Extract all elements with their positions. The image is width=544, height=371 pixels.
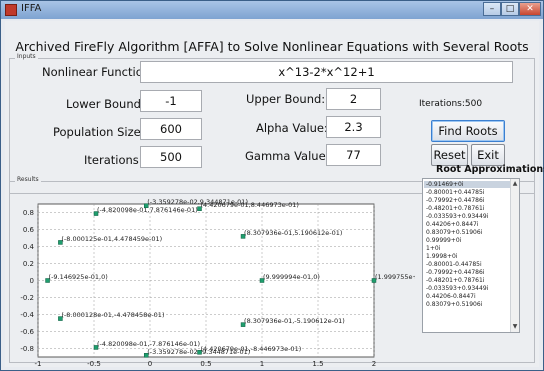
lower-bound-input[interactable]: -1 [140, 90, 202, 112]
maximize-button[interactable]: □ [501, 2, 519, 16]
root-list-item[interactable]: 0.44206-0.8447i [424, 293, 516, 300]
x-tick-label: 1.5 [312, 360, 323, 367]
root-list-item[interactable]: -0.80001+0.44785i [424, 189, 516, 196]
upper-bound-label: Upper Bound: [246, 92, 326, 106]
root-point-label: (-8.000125e-01,4.478459e-01) [61, 235, 162, 243]
root-point-label: (-8.000128e-01,-4.478458e-01) [61, 311, 164, 319]
root-list-item[interactable]: 1.9998+0i [424, 253, 516, 260]
x-tick-label: -1 [35, 360, 42, 367]
minimize-button[interactable]: – [483, 2, 501, 16]
figure-client-area: Archived FireFly Algorithm [AFFA] to Sol… [5, 21, 544, 368]
root-point-label: (4.420679e-01,8.446973e-01) [201, 201, 299, 209]
y-tick-label: 0.8 [23, 209, 34, 217]
roots-plot: -1 -0.5 0 0.5 1 1.5 2 0.8 0.6 0.4 0.2 0 -0.2 -0.4 -0.6… [5, 184, 422, 368]
title-bar[interactable]: IFFA – □ ✕ [1, 1, 543, 19]
scroll-down-icon[interactable]: ▼ [511, 323, 519, 331]
root-list-item[interactable]: -0.48201+0.78761i [424, 277, 516, 284]
roots-title: Root Approximations [436, 164, 544, 175]
population-label: Population Size: [53, 125, 145, 139]
matlab-icon [5, 4, 17, 16]
root-list-item[interactable]: -0.79992+0.44786i [424, 269, 516, 276]
root-list-item[interactable]: 1+0i [424, 245, 516, 252]
root-list-item[interactable]: 0.44206+0.8447i [424, 221, 516, 228]
iterations-label: Iterations: [84, 153, 143, 167]
roots-listbox[interactable]: -0.91469+0i -0.80001+0.44785i -0.79992+0.4… [422, 178, 520, 333]
gamma-input[interactable]: 77 [326, 144, 381, 166]
y-tick-label: -0.4 [20, 311, 34, 319]
root-point-label: (1.999755e+0 [375, 273, 415, 281]
reset-button[interactable]: Reset [431, 144, 468, 166]
x-tick-label: 0.5 [200, 360, 211, 367]
root-list-item[interactable]: -0.80001-0.44785i [424, 261, 516, 268]
close-button[interactable]: ✕ [519, 2, 541, 16]
root-list-item[interactable]: -0.033593+0.93449i [424, 213, 516, 220]
function-input[interactable]: x^13-2*x^12+1 [140, 61, 513, 83]
root-list-item[interactable]: -0.033593+0.93449i [424, 285, 516, 292]
root-point-label: (-4.820098e-01,-7.876146e-01) [97, 340, 200, 348]
page-title: Archived FireFly Algorithm [AFFA] to Sol… [15, 39, 529, 54]
y-tick-label: -0.2 [20, 294, 34, 302]
root-point-label: (8.307936e-01,-5.190612e-01) [244, 317, 345, 325]
scroll-up-icon[interactable]: ▲ [511, 180, 519, 188]
x-tick-label: 1 [260, 360, 264, 367]
exit-button[interactable]: Exit [471, 144, 505, 166]
root-point-label: (4.420679e-01,-8.446973e-01) [201, 345, 302, 353]
x-tick-label: -0.5 [87, 360, 101, 367]
inputs-panel-label: Inputs [15, 53, 38, 60]
y-tick-label: -0.6 [20, 328, 34, 336]
app-window: IFFA – □ ✕ Archived FireFly Algorithm [A… [0, 0, 544, 371]
y-tick-label: -0.8 [20, 345, 34, 353]
root-point-label: (9.999994e-01,0) [263, 273, 320, 281]
roots-scatter-chart: -1 -0.5 0 0.5 1 1.5 2 0.8 0.6 0.4 0.2 0 -0.2 -0.4 -0.6… [20, 198, 422, 368]
iterations-input[interactable]: 500 [140, 146, 202, 168]
results-panel-label: Results [15, 176, 41, 183]
find-roots-button[interactable]: Find Roots [431, 120, 505, 142]
roots-scrollbar[interactable]: ▲ ▼ [510, 179, 519, 332]
alpha-input[interactable]: 2.3 [326, 116, 381, 138]
lower-bound-label: Lower Bound: [66, 97, 145, 111]
x-tick-label: 0 [148, 360, 152, 367]
x-tick-label: 2 [372, 360, 376, 367]
iterations-status: Iterations:500 [419, 99, 483, 109]
function-label: Nonlinear Function: [42, 65, 154, 79]
population-input[interactable]: 600 [140, 118, 202, 140]
upper-bound-input[interactable]: 2 [326, 88, 381, 110]
root-list-item[interactable]: -0.91469+0i [424, 181, 516, 188]
root-list-item[interactable]: 0.99999+0i [424, 237, 516, 244]
root-point-label: (-9.146925e-01,0) [49, 273, 108, 281]
root-list-item[interactable]: -0.79992+0.44786i [424, 197, 516, 204]
gamma-label: Gamma Value: [245, 149, 330, 163]
alpha-label: Alpha Value: [256, 121, 328, 135]
window-title: IFFA [21, 3, 42, 14]
y-tick-label: 0.4 [23, 243, 35, 251]
root-list-item[interactable]: -0.48201+0.78761i [424, 205, 516, 212]
y-tick-label: 0.6 [23, 226, 35, 234]
y-tick-label: 0 [30, 277, 34, 285]
y-tick-label: 0.2 [23, 260, 34, 268]
root-list-item[interactable]: 0.83079+0.51906i [424, 301, 516, 308]
root-point-label: (8.307936e-01,5.190612e-01) [244, 229, 342, 237]
root-list-item[interactable]: 0.83079+0.51906i [424, 229, 516, 236]
